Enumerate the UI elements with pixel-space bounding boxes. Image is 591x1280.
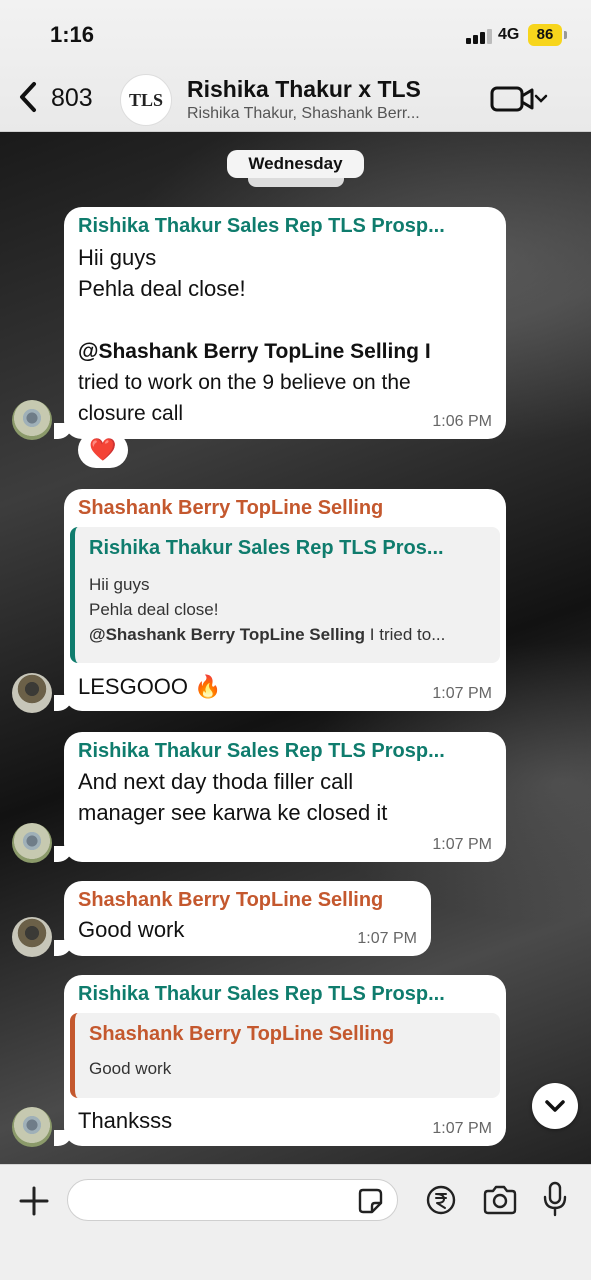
message-time: 1:06 PM — [432, 413, 492, 430]
scroll-to-bottom-button[interactable] — [532, 1083, 578, 1129]
avatar[interactable] — [12, 400, 52, 440]
message-bubble[interactable]: Rishika Thakur Sales Rep TLS Prosp... An… — [54, 732, 506, 862]
battery-tip — [564, 31, 567, 39]
message-line: And next day thoda filler call — [78, 769, 354, 794]
composer-bar — [0, 1164, 591, 1280]
battery-icon: 86 — [528, 24, 562, 46]
chevron-down-icon — [545, 1100, 565, 1112]
message-bubble[interactable]: Shashank Berry TopLine Selling Rishika T… — [54, 489, 506, 711]
group-members[interactable]: Rishika Thakur, Shashank Berr... — [187, 105, 420, 123]
chevron-left-icon[interactable] — [14, 80, 44, 114]
message-sender[interactable]: Shashank Berry TopLine Selling — [78, 889, 383, 912]
quoted-line: Hii guys — [89, 575, 150, 594]
quoted-message[interactable]: Rishika Thakur Sales Rep TLS Pros... Hii… — [70, 527, 500, 663]
group-avatar[interactable]: TLS — [120, 74, 172, 126]
message-line: @Shashank Berry TopLine Selling I — [78, 340, 431, 363]
camera-icon[interactable] — [482, 1185, 518, 1215]
chat-area[interactable]: Wednesday Rishika Thakur Sales Rep TLS P… — [0, 132, 591, 1164]
message-bubble[interactable]: Shashank Berry TopLine Selling Good work… — [54, 881, 431, 956]
message-sender[interactable]: Rishika Thakur Sales Rep TLS Prosp... — [78, 740, 445, 763]
back-unread-count[interactable]: 803 — [51, 84, 93, 113]
message-line: manager see karwa ke closed it — [78, 800, 388, 825]
message-text: Thanksss — [78, 1108, 173, 1133]
day-label: Wednesday — [227, 150, 364, 178]
message-input[interactable] — [67, 1179, 398, 1221]
reaction-heart[interactable]: ❤️ — [78, 432, 128, 468]
quoted-line: Good work — [89, 1059, 172, 1078]
message-sender[interactable]: Rishika Thakur Sales Rep TLS Prosp... — [78, 215, 445, 238]
quoted-mention: @Shashank Berry TopLine Selling — [89, 625, 366, 644]
message-time: 1:07 PM — [432, 685, 492, 702]
message-line: Hii guys — [78, 245, 157, 270]
message-bubble[interactable]: Rishika Thakur Sales Rep TLS Prosp... Sh… — [54, 975, 506, 1146]
group-title[interactable]: Rishika Thakur x TLS — [187, 76, 421, 103]
message-time: 1:07 PM — [432, 836, 492, 853]
quoted-sender: Rishika Thakur Sales Rep TLS Pros... — [89, 537, 444, 559]
message-sender[interactable]: Shashank Berry TopLine Selling — [78, 497, 383, 520]
message-text: LESGOOO 🔥 — [78, 674, 222, 699]
network-type: 4G — [498, 26, 520, 43]
status-time: 1:16 — [50, 22, 95, 47]
message-time: 1:07 PM — [357, 930, 417, 947]
status-bar: 1:16 4G 86 — [0, 18, 591, 54]
signal-icon — [466, 28, 492, 44]
avatar[interactable] — [12, 823, 52, 863]
top-bar: 1:16 4G 86 803 TLS Rishika Thakur x TLS … — [0, 0, 591, 132]
message-line: Pehla deal close! — [78, 276, 246, 301]
quoted-line: @Shashank Berry TopLine Selling I tried … — [89, 625, 446, 644]
message-text: Good work — [78, 917, 185, 942]
quoted-message[interactable]: Shashank Berry TopLine Selling Good work — [70, 1013, 500, 1098]
message-bubble[interactable]: Rishika Thakur Sales Rep TLS Prosp... Hi… — [54, 207, 506, 439]
quoted-sender: Shashank Berry TopLine Selling — [89, 1023, 395, 1045]
sticker-icon[interactable] — [356, 1187, 384, 1215]
plus-icon[interactable] — [18, 1185, 50, 1217]
avatar[interactable] — [12, 917, 52, 957]
message-line: tried to work on the 9 believe on the — [78, 371, 411, 394]
avatar[interactable] — [12, 1107, 52, 1147]
mic-icon[interactable] — [542, 1181, 568, 1217]
message-sender[interactable]: Rishika Thakur Sales Rep TLS Prosp... — [78, 983, 445, 1006]
message-time: 1:07 PM — [432, 1120, 492, 1137]
video-call-icon[interactable] — [490, 84, 550, 114]
message-line: closure call — [78, 402, 184, 425]
rupee-icon[interactable] — [426, 1185, 456, 1215]
chat-header: 803 TLS Rishika Thakur x TLS Rishika Tha… — [0, 62, 591, 132]
mention[interactable]: @Shashank Berry TopLine Selling — [78, 340, 419, 363]
avatar[interactable] — [12, 673, 52, 713]
quoted-line: Pehla deal close! — [89, 600, 219, 619]
